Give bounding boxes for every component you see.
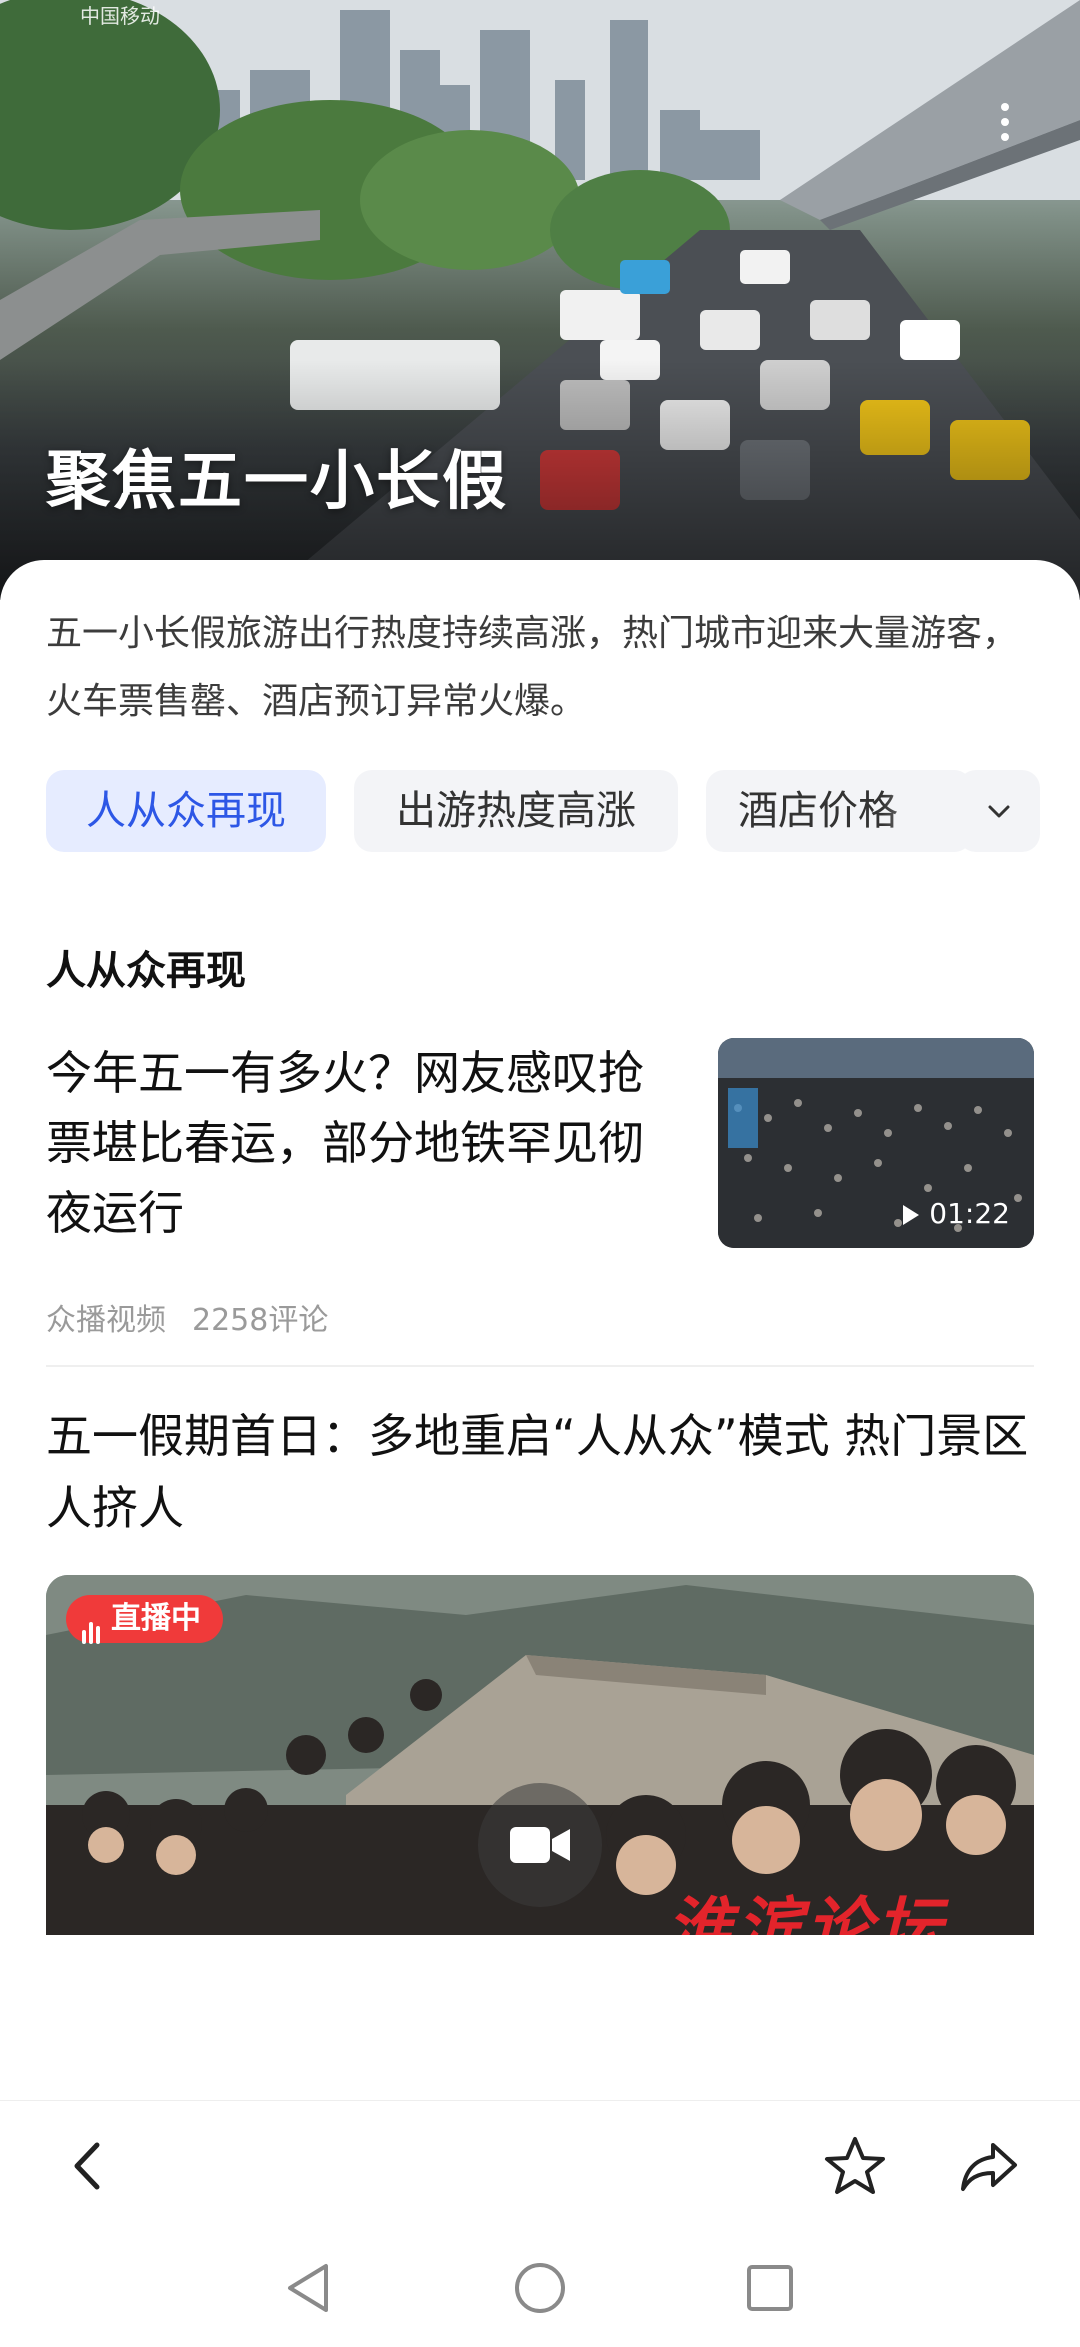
tab-hotel-price-label: 酒店价格 [738, 788, 898, 834]
video-camera-icon [510, 1827, 570, 1863]
share-icon [961, 2143, 1017, 2191]
carrier-label: 中国移动 [80, 4, 160, 28]
star-icon [825, 2137, 885, 2194]
forum-watermark: 淮滨论坛 [666, 1889, 946, 1935]
topic-summary: 五一小长假旅游出行热度持续高涨，热门城市迎来大量游客，火车票售罄、酒店预订异常火… [46, 613, 1019, 722]
hero-banner: 中国移动 聚焦五一小长假 [0, 0, 1080, 600]
video-play-button[interactable] [478, 1783, 602, 1907]
nav-recents-button[interactable] [740, 2258, 800, 2318]
back-arrow-icon [74, 2142, 100, 2190]
content-card: 五一小长假旅游出行热度持续高涨，热门城市迎来大量游客，火车票售罄、酒店预订异常火… [0, 560, 1080, 2100]
live-badge: 直播中 [66, 1595, 223, 1644]
news-source[interactable]: 众播视频 [46, 1303, 166, 1338]
section-title: 人从众再现 [46, 948, 246, 994]
back-button[interactable] [55, 2131, 125, 2201]
tab-hotel-price[interactable]: 酒店价格 [706, 770, 972, 852]
favorite-button[interactable] [820, 2131, 890, 2201]
news-item-1-thumbnail[interactable]: 01:22 [718, 1038, 1034, 1248]
bottom-action-bar [0, 2100, 1080, 2231]
play-icon [903, 1205, 920, 1225]
video-duration: 01:22 [903, 1197, 1010, 1230]
tab-people-crowds[interactable]: 人从众再现 [46, 770, 326, 852]
chevron-down-icon [988, 805, 1010, 818]
nav-recents-icon [747, 2265, 793, 2311]
share-button[interactable] [955, 2131, 1025, 2201]
tabs-expand-button[interactable] [958, 770, 1040, 852]
comment-count[interactable]: 2258评论 [192, 1303, 328, 1338]
divider [46, 1365, 1034, 1367]
topic-tabs: 人从众再现 出游热度高涨 酒店价格 [46, 770, 1040, 852]
news-item-2-live-video[interactable]: 直播中 淮滨论坛 [46, 1575, 1034, 1935]
news-item-2-title[interactable]: 五一假期首日：多地重启“人从众”模式 热门景区人挤人 [46, 1400, 1046, 1544]
more-vertical-icon[interactable] [990, 98, 1020, 158]
nav-back-icon [288, 2264, 328, 2312]
nav-home-button[interactable] [510, 2258, 570, 2318]
news-item-1-meta: 众播视频 2258评论 [46, 1295, 328, 1339]
nav-home-icon [515, 2263, 565, 2313]
live-bars-icon [82, 1596, 103, 1644]
system-navigation-bar [0, 2230, 1080, 2347]
tab-travel-heat[interactable]: 出游热度高涨 [354, 770, 678, 852]
news-item-1-title[interactable]: 今年五一有多火？网友感叹抢票堪比春运，部分地铁罕见彻夜运行 [46, 1038, 686, 1248]
nav-back-button[interactable] [280, 2258, 340, 2318]
hero-title: 聚焦五一小长假 [46, 445, 508, 519]
